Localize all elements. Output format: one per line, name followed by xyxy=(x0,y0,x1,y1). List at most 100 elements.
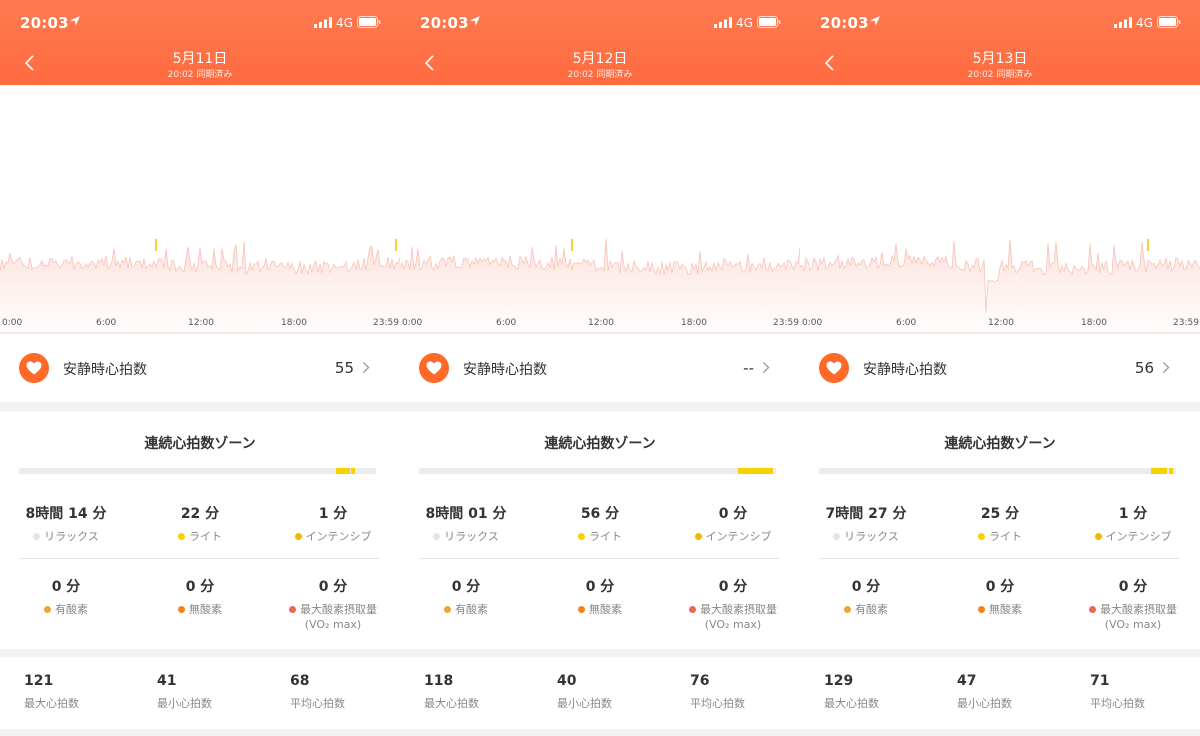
heart-rate-zone-card: 連続心拍数ゾーン 8時間 14 分 リラックス 22 分 ライト 1 分 インテ… xyxy=(0,411,400,649)
zone-label: インテンシブ xyxy=(305,530,372,543)
stat-label: 最大心拍数 xyxy=(824,697,879,710)
zone-progress-bar xyxy=(419,468,776,474)
zone-label: 有酸素 xyxy=(455,603,488,616)
zone-dot xyxy=(1094,533,1102,540)
status-time: 20:03 xyxy=(20,14,69,32)
zone-dot xyxy=(978,606,985,613)
resting-heart-rate-row[interactable]: 安静時心拍数 -- xyxy=(400,335,800,402)
heart-rate-chart xyxy=(400,85,800,335)
zone-dot xyxy=(1089,606,1096,613)
zone-dot xyxy=(178,606,185,613)
resting-heart-rate-label: 安静時心拍数 xyxy=(63,362,147,378)
status-time: 20:03 xyxy=(420,14,469,32)
stat-value: 118 xyxy=(424,673,454,689)
location-arrow-icon xyxy=(870,16,880,26)
zone-value: 0 分 xyxy=(1118,579,1148,595)
chevron-right-icon xyxy=(363,362,370,373)
x-tick-label: 18:00 xyxy=(681,318,707,328)
stat-label: 最小心拍数 xyxy=(957,697,1012,710)
stat-value: 71 xyxy=(1090,673,1110,689)
x-tick-label: 12:00 xyxy=(588,318,614,328)
battery-icon xyxy=(1157,16,1181,28)
zone-anaerobic: 0 分 無酸素 xyxy=(535,576,665,617)
zone-label: リラックス xyxy=(844,530,899,543)
stat-max: 129 最大心拍数 xyxy=(824,673,879,711)
zone-value: 0 分 xyxy=(451,579,481,595)
zone-dot xyxy=(833,533,841,540)
stat-label: 最大心拍数 xyxy=(424,697,479,710)
zone-value: 0 分 xyxy=(185,579,215,595)
stat-value: 76 xyxy=(690,673,710,689)
zone-divider xyxy=(419,558,780,559)
zone-bar-segment xyxy=(351,468,356,474)
stat-min: 41 最小心拍数 xyxy=(157,673,212,711)
heart-rate-zone-card: 連続心拍数ゾーン 7時間 27 分 リラックス 25 分 ライト 1 分 インテ… xyxy=(800,411,1200,649)
zone-dot xyxy=(578,533,585,540)
x-tick-label: 0:00 xyxy=(802,318,823,328)
zone-label: ライト xyxy=(989,530,1022,543)
header-bar: 20:03 4G 5月13日 20:02 同期済み xyxy=(800,0,1200,85)
stat-min: 40 最小心拍数 xyxy=(557,673,612,711)
heart-rate-stats: 121 最大心拍数 41 最小心拍数 68 平均心拍数 xyxy=(0,657,400,729)
zone-label: 有酸素 xyxy=(55,603,88,616)
sync-status: 20:02 同期済み xyxy=(567,70,633,80)
zone-light: 22 分 ライト xyxy=(135,503,265,544)
zone-value: 0 分 xyxy=(851,579,881,595)
stat-max: 118 最大心拍数 xyxy=(424,673,479,711)
zone-value: 0 分 xyxy=(718,579,748,595)
zone-relax: 8時間 14 分 リラックス xyxy=(1,503,131,544)
signal-icon xyxy=(714,17,732,28)
page-title-date: 5月13日 xyxy=(972,51,1028,67)
x-tick-label: 6:00 xyxy=(96,318,117,328)
zone-dot xyxy=(444,606,451,613)
heart-rate-plot xyxy=(400,238,800,334)
zone-value: 22 分 xyxy=(180,506,220,522)
zone-label: ライト xyxy=(589,530,622,543)
zone-aerobic: 0 分 有酸素 xyxy=(1,576,131,617)
heart-rate-plot xyxy=(800,239,1200,334)
zone-label-sub: (VO₂ max) xyxy=(304,618,362,631)
zone-card-title: 連続心拍数ゾーン xyxy=(544,436,656,452)
x-tick-label: 18:00 xyxy=(281,318,307,328)
stat-min: 47 最小心拍数 xyxy=(957,673,1012,711)
zone-label-sub: (VO₂ max) xyxy=(704,618,762,631)
zone-label: インテンシブ xyxy=(1105,530,1172,543)
screenshot-panels: 20:03 4G 5月11日 20:02 同期済み 0:00 6:00 12:0… xyxy=(0,0,1200,736)
zone-aerobic: 0 分 有酸素 xyxy=(801,576,931,617)
stat-label: 平均心拍数 xyxy=(290,697,345,710)
stat-avg: 68 平均心拍数 xyxy=(290,673,345,711)
zone-value: 1 分 xyxy=(318,506,348,522)
zone-relax: 8時間 01 分 リラックス xyxy=(401,503,531,544)
zone-value: 25 分 xyxy=(980,506,1020,522)
zone-label: インテンシブ xyxy=(705,530,772,543)
signal-icon xyxy=(1114,17,1132,28)
stat-label: 最小心拍数 xyxy=(157,697,212,710)
zone-value: 0 分 xyxy=(585,579,615,595)
zone-relax: 7時間 27 分 リラックス xyxy=(801,503,931,544)
zone-bar-segment xyxy=(335,468,350,474)
zone-value: 0 分 xyxy=(318,579,348,595)
zone-value: 8時間 01 分 xyxy=(425,506,507,522)
resting-heart-rate-label: 安静時心拍数 xyxy=(463,362,547,378)
zone-dot xyxy=(844,606,851,613)
resting-heart-rate-row[interactable]: 安静時心拍数 55 xyxy=(0,335,400,402)
stat-label: 最小心拍数 xyxy=(557,697,612,710)
stat-label: 最大心拍数 xyxy=(24,697,79,710)
heart-rate-chart xyxy=(800,85,1200,335)
x-tick-label: 23:59 xyxy=(1173,318,1199,328)
stat-value: 68 xyxy=(290,673,310,689)
zone-dot xyxy=(978,533,985,540)
status-time: 20:03 xyxy=(820,14,869,32)
zone-aerobic: 0 分 有酸素 xyxy=(401,576,531,617)
location-arrow-icon xyxy=(70,16,80,26)
zone-dot xyxy=(178,533,185,540)
zone-progress-bar xyxy=(19,468,376,474)
zone-anaerobic: 0 分 無酸素 xyxy=(935,576,1065,617)
stat-value: 121 xyxy=(24,673,54,689)
stat-label: 平均心拍数 xyxy=(690,697,745,710)
zone-value: 8時間 14 分 xyxy=(25,506,107,522)
resting-heart-rate-row[interactable]: 安静時心拍数 56 xyxy=(800,335,1200,402)
zone-label: 無酸素 xyxy=(589,603,622,616)
zone-light: 56 分 ライト xyxy=(535,503,665,544)
zone-vo2max: 0 分 最大酸素摂取量 (VO₂ max) xyxy=(1068,576,1198,632)
